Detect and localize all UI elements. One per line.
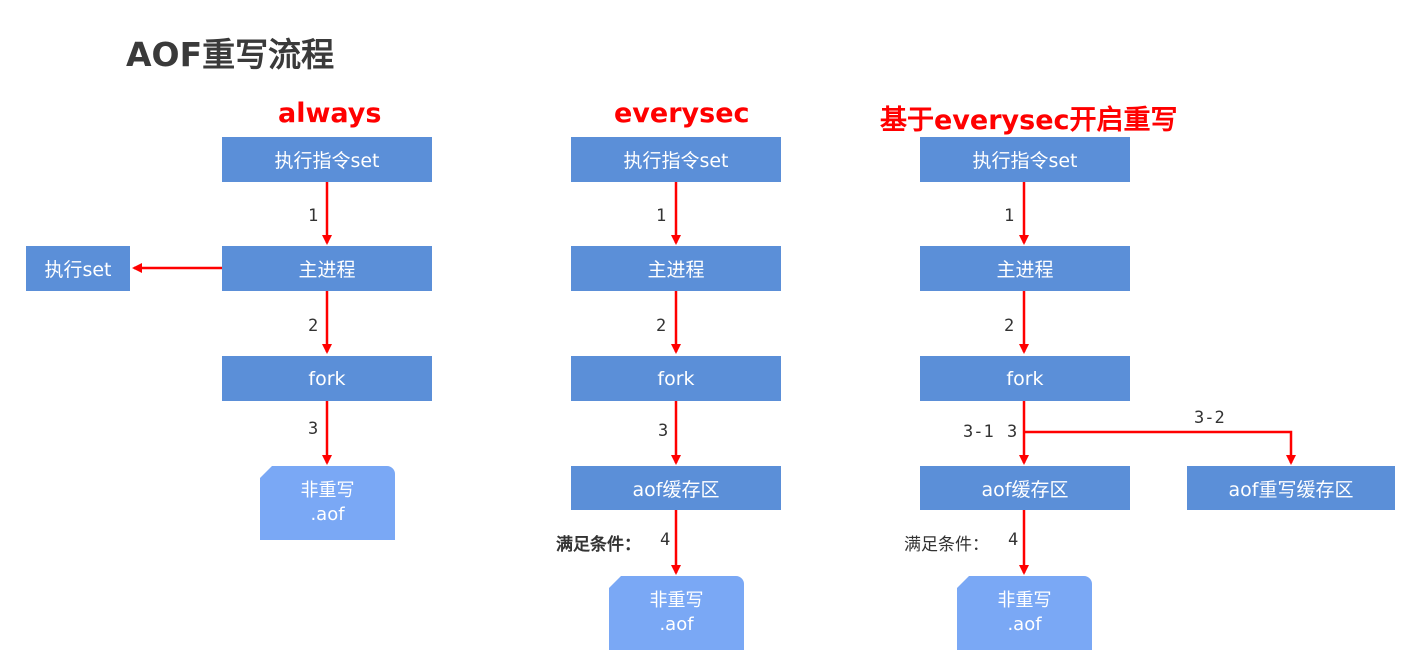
doc-extension: .aof <box>310 504 345 525</box>
condition-label: 满足条件： <box>904 535 989 555</box>
doc-title: 非重写 <box>300 480 355 501</box>
cmd-set-box: 执行指令set <box>571 137 781 182</box>
cmd-set-box: 执行指令set <box>920 137 1130 182</box>
step-label: 1 <box>1004 206 1015 226</box>
main-process-box: 主进程 <box>222 246 432 291</box>
arrow-c3-3-2 <box>1024 430 1296 465</box>
step-label: 4 <box>660 530 671 550</box>
aof-file-doc: 非重写 .aof <box>609 576 744 650</box>
step-label: 2 <box>656 316 667 336</box>
main-process-box: 主进程 <box>920 246 1130 291</box>
fork-box: fork <box>222 356 432 401</box>
flow-arrows <box>132 182 1296 575</box>
fork-box: fork <box>571 356 781 401</box>
aof-buffer-box: aof缓存区 <box>920 466 1130 510</box>
step-label: 1 <box>308 206 319 226</box>
aof-file-doc: 非重写 .aof <box>957 576 1092 650</box>
step-label: 2 <box>308 316 319 336</box>
aof-buffer-box: aof缓存区 <box>571 466 781 510</box>
doc-extension: .aof <box>659 614 694 635</box>
exec-set-box: 执行set <box>26 246 130 291</box>
step-label: 3 <box>658 421 669 441</box>
aof-file-doc: 非重写 .aof <box>260 466 395 540</box>
step-label: 3-1 <box>963 422 994 442</box>
main-process-box: 主进程 <box>571 246 781 291</box>
step-label: 2 <box>1004 316 1015 336</box>
doc-title: 非重写 <box>997 590 1052 611</box>
step-label: 1 <box>656 206 667 226</box>
cmd-set-box: 执行指令set <box>222 137 432 182</box>
step-label: 3 <box>308 419 319 439</box>
aof-rewrite-buffer-box: aof重写缓存区 <box>1187 466 1395 510</box>
step-label: 3 <box>1007 422 1018 442</box>
doc-extension: .aof <box>1007 614 1042 635</box>
condition-label: 满足条件： <box>556 535 641 555</box>
step-label: 4 <box>1008 530 1019 550</box>
doc-title: 非重写 <box>649 590 704 611</box>
fork-box: fork <box>920 356 1130 401</box>
step-label: 3-2 <box>1194 408 1225 428</box>
